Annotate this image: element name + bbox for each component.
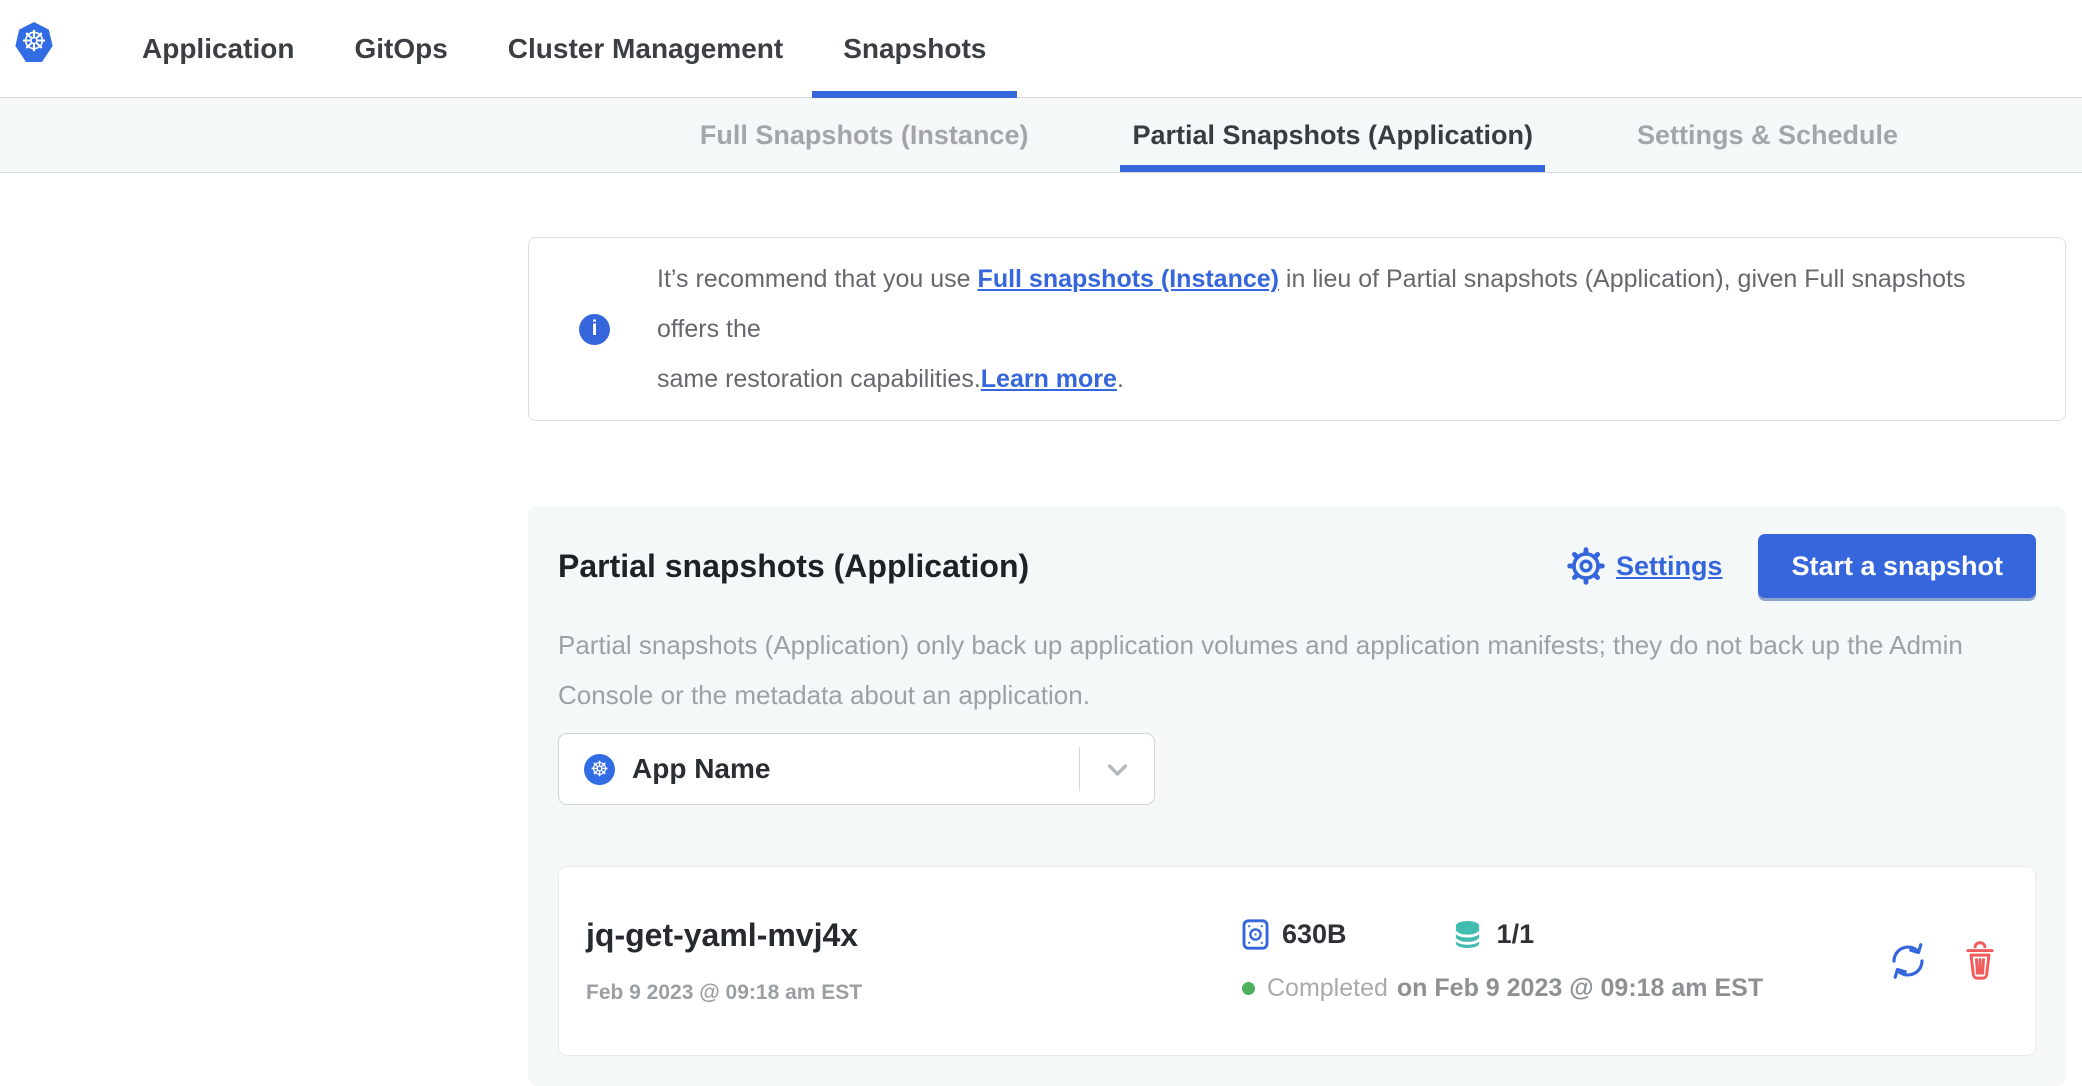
snapshot-metrics: 630B 1/1 Completed on Feb 9 2023 @ 09:18… <box>1214 919 1886 1003</box>
kubernetes-wheel-glyph: ☸ <box>590 759 609 780</box>
tab-settings-schedule[interactable]: Settings & Schedule <box>1585 98 1950 172</box>
snapshot-size-value: 630B <box>1282 919 1347 950</box>
partial-snapshots-panel: Partial snapshots (Application) Settings… <box>528 506 2066 1086</box>
banner-text-segment: . <box>1117 365 1124 393</box>
tab-partial-snapshots-application[interactable]: Partial Snapshots (Application) <box>1080 98 1585 172</box>
restore-snapshot-button[interactable] <box>1886 939 1930 983</box>
snapshot-info: jq-get-yaml-mvj4x Feb 9 2023 @ 09:18 am … <box>586 917 1214 1005</box>
panel-title: Partial snapshots (Application) <box>558 548 1029 585</box>
snapshot-created-date: Feb 9 2023 @ 09:18 am EST <box>586 981 1214 1005</box>
info-icon: i <box>579 314 610 345</box>
gear-icon <box>1567 547 1605 585</box>
panel-description: Partial snapshots (Application) only bac… <box>558 620 2038 720</box>
info-banner: i It’s recommend that you use Full snaps… <box>528 237 2066 421</box>
learn-more-link[interactable]: Learn more <box>981 365 1117 393</box>
chevron-down-icon[interactable] <box>1080 756 1154 783</box>
snapshots-subnav: Full Snapshots (Instance) Partial Snapsh… <box>0 98 2082 173</box>
snapshot-volumes-value: 1/1 <box>1497 919 1535 950</box>
banner-text-segment: It’s recommend that you use <box>657 265 978 293</box>
settings-label: Settings <box>1616 551 1723 582</box>
panel-actions: Settings Start a snapshot <box>1567 534 2036 598</box>
trash-icon <box>1960 940 2000 983</box>
restore-icon <box>1886 939 1930 983</box>
status-dot <box>1242 982 1255 995</box>
snapshot-metrics-line: 630B 1/1 <box>1242 919 1886 950</box>
kubernetes-logo: ☸ <box>15 22 53 62</box>
panel-header: Partial snapshots (Application) Settings… <box>558 534 2036 598</box>
snapshot-volumes-metric: 1/1 <box>1451 919 1535 950</box>
snapshot-name: jq-get-yaml-mvj4x <box>586 917 1214 954</box>
snapshot-row: jq-get-yaml-mvj4x Feb 9 2023 @ 09:18 am … <box>558 866 2036 1056</box>
snapshot-status-detail: on Feb 9 2023 @ 09:18 am EST <box>1397 974 1763 1003</box>
app-kubernetes-icon: ☸ <box>584 754 615 785</box>
main-nav: Application GitOps Cluster Management Sn… <box>142 0 986 97</box>
banner-line-1: It’s recommend that you use Full snapsho… <box>657 254 2025 354</box>
top-header: ☸ Application GitOps Cluster Management … <box>0 0 2082 98</box>
delete-snapshot-button[interactable] <box>1960 940 2000 983</box>
subnav-tabs: Full Snapshots (Instance) Partial Snapsh… <box>648 98 1950 172</box>
banner-line-2: same restoration capabilities.Learn more… <box>657 354 2025 404</box>
nav-item-cluster-management[interactable]: Cluster Management <box>508 0 783 97</box>
info-glyph: i <box>592 317 598 341</box>
disk-size-icon <box>1242 919 1269 950</box>
snapshot-actions <box>1886 939 2000 983</box>
full-snapshots-instance-link[interactable]: Full snapshots (Instance) <box>978 265 1279 293</box>
app-name-dropdown[interactable]: ☸ App Name <box>558 733 1155 805</box>
snapshot-status-line: Completed on Feb 9 2023 @ 09:18 am EST <box>1242 974 1886 1003</box>
nav-item-snapshots[interactable]: Snapshots <box>843 0 986 97</box>
nav-item-gitops[interactable]: GitOps <box>354 0 447 97</box>
banner-text: It’s recommend that you use Full snapsho… <box>657 254 2025 404</box>
nav-item-application[interactable]: Application <box>142 0 294 97</box>
banner-text-segment: same restoration capabilities. <box>657 365 981 393</box>
app-name-value: App Name <box>632 753 770 785</box>
start-snapshot-button[interactable]: Start a snapshot <box>1758 534 2036 598</box>
settings-link[interactable]: Settings <box>1567 547 1723 585</box>
snapshot-size-metric: 630B <box>1242 919 1347 950</box>
database-volumes-icon <box>1451 919 1484 950</box>
tab-full-snapshots-instance[interactable]: Full Snapshots (Instance) <box>648 98 1081 172</box>
snapshot-status: Completed <box>1267 974 1388 1003</box>
kubernetes-wheel-icon: ☸ <box>21 28 47 57</box>
